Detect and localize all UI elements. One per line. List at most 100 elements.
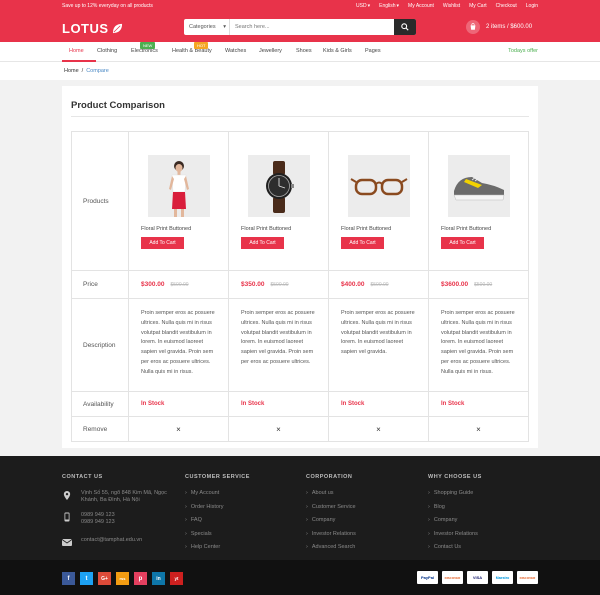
footer-link[interactable]: My Account — [185, 490, 250, 496]
footer-link[interactable]: Contact Us — [428, 544, 482, 550]
product-name[interactable]: Floral Print Buttoned — [429, 226, 528, 232]
currency-select[interactable]: USD — [356, 3, 367, 9]
footer-link[interactable]: Help Center — [185, 544, 250, 550]
product-image[interactable] — [147, 154, 210, 217]
bottom-bar: f t G+ rss p in yt PayPal DISCOVER VISA … — [0, 560, 600, 595]
product-image[interactable] — [447, 154, 510, 217]
category-select[interactable]: Categories ▾ — [184, 19, 230, 35]
breadcrumb-home[interactable]: Home — [64, 68, 79, 74]
product-cell: Floral Print Buttoned Add To Cart — [128, 131, 229, 271]
row-label-products: Products — [71, 131, 129, 271]
footer-customer-service: CUSTOMER SERVICE My Account Order Histor… — [185, 474, 250, 558]
footer-link[interactable]: Blog — [428, 504, 482, 510]
nav-watches[interactable]: Watches — [225, 48, 246, 54]
wristwatch-icon — [247, 154, 310, 217]
promo-text: Save up to 12% everyday on all products — [62, 3, 153, 9]
envelope-icon — [62, 537, 72, 547]
remove-icon[interactable]: × — [328, 416, 429, 442]
description-cell: Proin semper eros ac posuere ultrices. N… — [228, 298, 329, 392]
facebook-icon[interactable]: f — [62, 572, 75, 585]
chevron-down-icon: ▾ — [367, 3, 371, 9]
nav-home[interactable]: Home — [69, 48, 84, 54]
footer-link[interactable]: Company — [306, 517, 356, 523]
price-cell: $3600.00 $500.00 — [428, 270, 529, 299]
add-to-cart-button[interactable]: Add To Cart — [441, 236, 484, 249]
email-link[interactable]: contact@tamphat.edu.vn — [81, 537, 142, 544]
price-old: $500.00 — [270, 282, 289, 288]
add-to-cart-button[interactable]: Add To Cart — [241, 236, 284, 249]
remove-icon[interactable]: × — [128, 416, 229, 442]
footer-link-list: About us Customer Service Company Invest… — [306, 490, 356, 550]
description-cell: Proin semper eros ac posuere ultrices. N… — [428, 298, 529, 392]
sneaker-icon — [447, 154, 510, 217]
search-bar: Categories ▾ — [184, 19, 416, 35]
nav-health-beauty[interactable]: Health & Beauty HOT — [172, 42, 212, 54]
add-to-cart-button[interactable]: Add To Cart — [141, 236, 184, 249]
phone-line: 0989 949 123 0989 949 123 — [62, 512, 172, 526]
twitter-icon[interactable]: t — [80, 572, 93, 585]
phone-number: 0989 949 123 — [81, 519, 115, 525]
todays-offer-link[interactable]: Todays offer — [508, 48, 538, 54]
product-name[interactable]: Floral Print Buttoned — [329, 226, 428, 232]
footer-link[interactable]: Shopping Guide — [428, 490, 482, 496]
footer-link[interactable]: Specials — [185, 531, 250, 537]
login-link[interactable]: Login — [526, 3, 538, 9]
nav-jewellery[interactable]: Jewellery — [259, 48, 282, 54]
footer-link[interactable]: Customer Service — [306, 504, 356, 510]
nav-shoes[interactable]: Shoes — [296, 48, 312, 54]
price-current: $350.00 — [241, 281, 265, 288]
checkout-link[interactable]: Checkout — [496, 3, 517, 9]
nav-electronics[interactable]: Electronics NEW — [131, 42, 158, 54]
footer-link-list: My Account Order History FAQ Specials He… — [185, 490, 250, 550]
nav-pages[interactable]: Pages — [365, 48, 381, 54]
remove-row: Remove × × × × — [71, 416, 529, 442]
my-account-link[interactable]: My Account — [408, 3, 434, 9]
language-select[interactable]: English — [379, 3, 395, 9]
my-cart-link[interactable]: My Cart — [469, 3, 487, 9]
discover-icon: DISCOVER — [442, 571, 463, 584]
linkedin-icon[interactable]: in — [152, 572, 165, 585]
logo[interactable]: LOTUS — [62, 21, 123, 36]
top-links: USD ▾ English ▾ My Account Wishlist My Car… — [356, 3, 538, 9]
footer-link[interactable]: Investor Relations — [428, 531, 482, 537]
footer-heading: CUSTOMER SERVICE — [185, 474, 250, 480]
google-plus-icon[interactable]: G+ — [98, 572, 111, 585]
social-links: f t G+ rss p in yt — [62, 572, 183, 585]
description-row: Description Proin semper eros ac posuere… — [71, 298, 529, 392]
search-icon — [401, 23, 409, 31]
remove-icon[interactable]: × — [428, 416, 529, 442]
row-label-availability: Availability — [71, 391, 129, 417]
footer-link[interactable]: Company — [428, 517, 482, 523]
price-current: $300.00 — [141, 281, 165, 288]
footer-link[interactable]: Investor Relations — [306, 531, 356, 537]
availability-cell: In Stock — [228, 391, 329, 417]
wishlist-link[interactable]: Wishlist — [443, 3, 460, 9]
product-name[interactable]: Floral Print Buttoned — [129, 226, 228, 232]
product-image[interactable] — [347, 154, 410, 217]
remove-icon[interactable]: × — [228, 416, 329, 442]
add-to-cart-button[interactable]: Add To Cart — [341, 236, 384, 249]
product-name[interactable]: Floral Print Buttoned — [229, 226, 328, 232]
footer-link[interactable]: Order History — [185, 504, 250, 510]
rss-icon[interactable]: rss — [116, 572, 129, 585]
search-button[interactable] — [394, 19, 416, 35]
cart-icon — [466, 20, 480, 34]
search-input[interactable] — [230, 19, 394, 35]
title-divider — [71, 116, 529, 117]
footer-corporation: CORPORATION About us Customer Service Co… — [306, 474, 356, 558]
nav-clothing[interactable]: Clothing — [97, 48, 117, 54]
youtube-icon[interactable]: yt — [170, 572, 183, 585]
availability-cell: In Stock — [128, 391, 229, 417]
address-line: Vịnh Số 55, ngõ 848 Kim Mã, Ngọc Khánh, … — [62, 490, 172, 504]
footer-link-list: Shopping Guide Blog Company Investor Rel… — [428, 490, 482, 550]
footer-link[interactable]: About us — [306, 490, 356, 496]
instagram-icon[interactable]: p — [134, 572, 147, 585]
footer: CONTACT US Vịnh Số 55, ngõ 848 Kim Mã, N… — [0, 456, 600, 560]
footer-link[interactable]: Advanced Search — [306, 544, 356, 550]
footer-link[interactable]: FAQ — [185, 517, 250, 523]
price-row: Price $300.00 $500.00 $350.00 $500.00 $400… — [71, 270, 529, 299]
woman-model-icon — [147, 154, 210, 217]
nav-kids-girls[interactable]: Kids & Girls — [323, 48, 352, 54]
product-image[interactable] — [247, 154, 310, 217]
cart-summary[interactable]: 2 items / $600.00 — [466, 20, 532, 34]
